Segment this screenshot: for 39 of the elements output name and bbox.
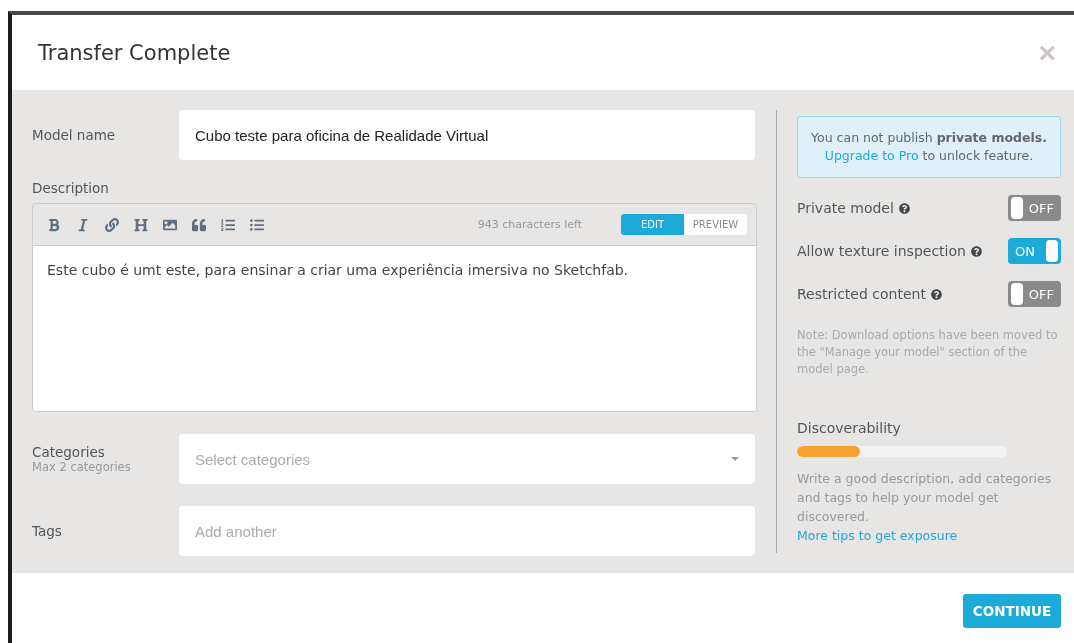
help-icon[interactable] [930,288,942,300]
continue-button[interactable]: CONTINUE [963,594,1061,628]
field-label: Tags [32,523,63,539]
close-button[interactable]: × [1038,37,1056,68]
toggle-switch[interactable]: OFF [1008,281,1061,307]
field-label: Description [32,180,109,196]
tags-field[interactable]: Add another [179,506,755,556]
discoverability-title: Discoverability [797,420,902,436]
tips-link[interactable]: More tips to get exposure [797,526,958,545]
quote-icon[interactable] [192,217,206,232]
editor-tab[interactable]: PREVIEW [684,214,747,235]
editor-tab[interactable]: EDIT [621,214,684,235]
dialog-title: Transfer Complete [38,40,231,65]
help-icon[interactable] [970,245,982,257]
toggle-switch[interactable]: OFF [1008,195,1061,221]
caret-icon [731,457,739,461]
heading-icon[interactable] [134,217,148,232]
link-icon[interactable] [105,217,119,232]
image-icon[interactable] [163,217,177,232]
description-field[interactable]: Este cubo é umt este, para ensinar a criar uma experiência imersiva no Sketchfab. [33,246,756,411]
help-icon[interactable] [898,202,910,214]
upgrade-link[interactable]: Upgrade to Pro [824,148,919,163]
model-name-field[interactable]: Cubo teste para oficina de Realidade Virtual [179,110,755,160]
categories-select[interactable]: Select categories [179,434,755,484]
numbered-list-icon[interactable] [221,217,235,232]
field-hint: Max 2 categories [32,460,132,474]
notice-text: You can not publish private models. Upgrade to Pro to unlock feature. [797,116,1061,178]
bold-icon[interactable] [47,217,61,232]
field-label: Model name [32,127,117,143]
discoverability-text: Write a good description, add categories and tags to help your model get discovered. [797,470,1053,526]
italic-icon[interactable] [76,217,90,232]
characters-left: 943 characters left [477,218,582,231]
bullet-list-icon[interactable] [250,217,264,232]
toggle-switch[interactable]: ON [1008,238,1061,264]
toggle-label: Restricted content [797,286,926,302]
toggle-label: Private model [797,200,894,216]
note-text: Note: Download options have been moved to the "Manage your model" section of the model page. [797,327,1059,378]
toggle-label: Allow texture inspection [797,243,966,259]
field-label: Categories [32,444,106,460]
